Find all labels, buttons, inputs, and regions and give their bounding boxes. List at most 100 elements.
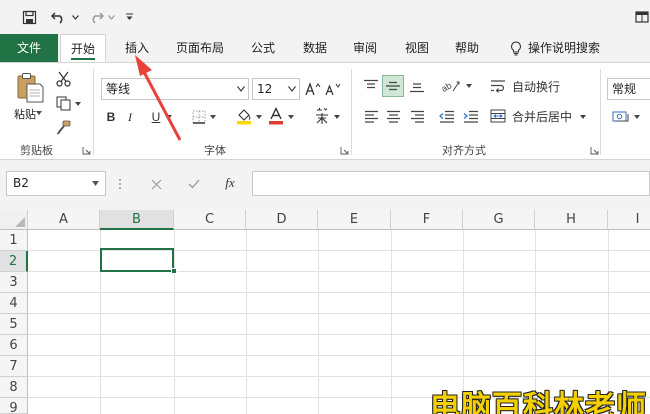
tab-review[interactable]: 审阅 bbox=[344, 34, 386, 62]
merge-cells-icon bbox=[490, 109, 506, 123]
column-header-d[interactable]: D bbox=[246, 210, 318, 230]
paintbrush-icon bbox=[56, 120, 70, 134]
gridline bbox=[535, 230, 536, 414]
number-format-select[interactable]: 常规 bbox=[607, 78, 650, 100]
align-right-button[interactable] bbox=[406, 105, 428, 127]
insert-function-button[interactable]: fx bbox=[220, 173, 240, 193]
row-header-9[interactable]: 9 bbox=[0, 398, 28, 414]
copy-button[interactable] bbox=[52, 93, 74, 113]
undo-dropdown[interactable] bbox=[70, 6, 80, 28]
tab-page-layout[interactable]: 页面布局 bbox=[168, 34, 232, 62]
redo-icon bbox=[92, 12, 104, 24]
column-header-b[interactable]: B bbox=[100, 210, 174, 230]
orientation-button[interactable]: ab bbox=[438, 75, 464, 97]
column-header-g[interactable]: G bbox=[463, 210, 535, 230]
column-header-h[interactable]: H bbox=[535, 210, 608, 230]
row-header-5[interactable]: 5 bbox=[0, 314, 28, 335]
chevron-down-icon[interactable] bbox=[256, 115, 262, 119]
tab-data[interactable]: 数据 bbox=[294, 34, 336, 62]
chevron-down-icon[interactable] bbox=[334, 115, 340, 119]
select-all-corner[interactable] bbox=[0, 210, 28, 230]
column-header-f[interactable]: F bbox=[391, 210, 463, 230]
column-header-c[interactable]: C bbox=[174, 210, 246, 230]
align-center-button[interactable] bbox=[382, 105, 404, 127]
copy-icon bbox=[56, 96, 70, 110]
align-left-button[interactable] bbox=[360, 105, 382, 127]
tell-me-search[interactable]: 操作说明搜索 bbox=[502, 34, 650, 62]
row-header-8[interactable]: 8 bbox=[0, 377, 28, 398]
row-header-2[interactable]: 2 bbox=[0, 251, 28, 272]
increase-font-size-button[interactable] bbox=[304, 79, 322, 99]
fill-color-button[interactable] bbox=[234, 105, 254, 127]
tab-view[interactable]: 视图 bbox=[396, 34, 438, 62]
bold-button[interactable]: B bbox=[103, 107, 119, 127]
chevron-down-icon[interactable] bbox=[210, 115, 216, 119]
font-color-button[interactable] bbox=[266, 105, 286, 127]
font-name-select[interactable]: 等线 bbox=[101, 78, 249, 100]
chevron-down-icon[interactable] bbox=[288, 115, 294, 119]
cancel-entry-button[interactable] bbox=[146, 174, 166, 194]
increase-indent-button[interactable] bbox=[460, 105, 482, 127]
tab-home[interactable]: 开始 bbox=[60, 34, 106, 63]
format-painter-button[interactable] bbox=[52, 117, 74, 137]
redo-button[interactable] bbox=[86, 6, 106, 28]
phonetic-guide-button[interactable] bbox=[312, 105, 332, 127]
cut-button[interactable] bbox=[52, 69, 74, 89]
chevron-down-icon[interactable] bbox=[466, 84, 472, 88]
row-header-1[interactable]: 1 bbox=[0, 230, 28, 251]
group-separator bbox=[600, 69, 601, 155]
column-header-e[interactable]: E bbox=[318, 210, 391, 230]
name-box[interactable]: B2 bbox=[6, 171, 106, 196]
row-header-4[interactable]: 4 bbox=[0, 293, 28, 314]
undo-button[interactable] bbox=[48, 6, 70, 28]
group-separator bbox=[93, 69, 94, 155]
chevron-down-icon bbox=[107, 14, 115, 20]
tab-insert[interactable]: 插入 bbox=[116, 34, 158, 62]
align-top-button[interactable] bbox=[360, 75, 382, 97]
font-size-select[interactable]: 12 bbox=[252, 78, 300, 100]
row-header-6[interactable]: 6 bbox=[0, 335, 28, 356]
chevron-down-icon[interactable] bbox=[580, 115, 586, 119]
customize-qat-button[interactable] bbox=[122, 6, 136, 28]
clipboard-group-label: 剪贴板 bbox=[20, 144, 53, 157]
dialog-launcher-icon[interactable] bbox=[82, 146, 91, 155]
align-bottom-button[interactable] bbox=[406, 75, 428, 97]
tab-file[interactable]: 文件 bbox=[0, 34, 58, 62]
borders-button[interactable] bbox=[190, 107, 208, 127]
align-middle-button[interactable] bbox=[382, 75, 404, 97]
merge-center-button[interactable]: 合并后居中 bbox=[490, 105, 586, 127]
chevron-down-icon[interactable] bbox=[634, 115, 640, 119]
formula-bar-resize-handle[interactable] bbox=[118, 176, 122, 190]
accounting-format-button[interactable] bbox=[609, 107, 633, 127]
paste-button[interactable] bbox=[12, 71, 48, 105]
tab-formulas[interactable]: 公式 bbox=[242, 34, 284, 62]
decrease-font-size-button[interactable] bbox=[324, 79, 342, 99]
dialog-launcher-icon[interactable] bbox=[340, 146, 349, 155]
active-cell-b2[interactable] bbox=[100, 248, 174, 272]
tab-help[interactable]: 帮助 bbox=[446, 34, 488, 62]
ribbon-display-options[interactable] bbox=[634, 6, 650, 28]
chevron-down-icon[interactable] bbox=[75, 102, 81, 106]
align-center-icon bbox=[386, 110, 400, 123]
formula-input[interactable] bbox=[252, 171, 650, 196]
save-button[interactable] bbox=[18, 6, 40, 28]
column-header-i[interactable]: I bbox=[608, 210, 650, 230]
decrease-indent-button[interactable] bbox=[436, 105, 458, 127]
italic-button[interactable]: I bbox=[122, 107, 138, 127]
row-header-3[interactable]: 3 bbox=[0, 272, 28, 293]
fill-handle[interactable] bbox=[171, 268, 177, 274]
row-header-7[interactable]: 7 bbox=[0, 356, 28, 377]
font-grow-icon bbox=[305, 82, 321, 96]
gridline bbox=[28, 334, 650, 335]
chevron-down-icon[interactable] bbox=[36, 111, 42, 115]
underline-button[interactable]: U bbox=[148, 107, 164, 127]
column-header-a[interactable]: A bbox=[28, 210, 100, 230]
dialog-launcher-icon[interactable] bbox=[590, 146, 599, 155]
wrap-text-label: 自动换行 bbox=[512, 79, 561, 94]
wrap-text-button[interactable]: 自动换行 bbox=[490, 75, 586, 97]
gridline bbox=[28, 292, 650, 293]
confirm-entry-button[interactable] bbox=[184, 174, 204, 194]
chevron-down-icon[interactable] bbox=[166, 115, 172, 119]
redo-dropdown[interactable] bbox=[106, 6, 116, 28]
paint-bucket-icon bbox=[237, 109, 251, 125]
